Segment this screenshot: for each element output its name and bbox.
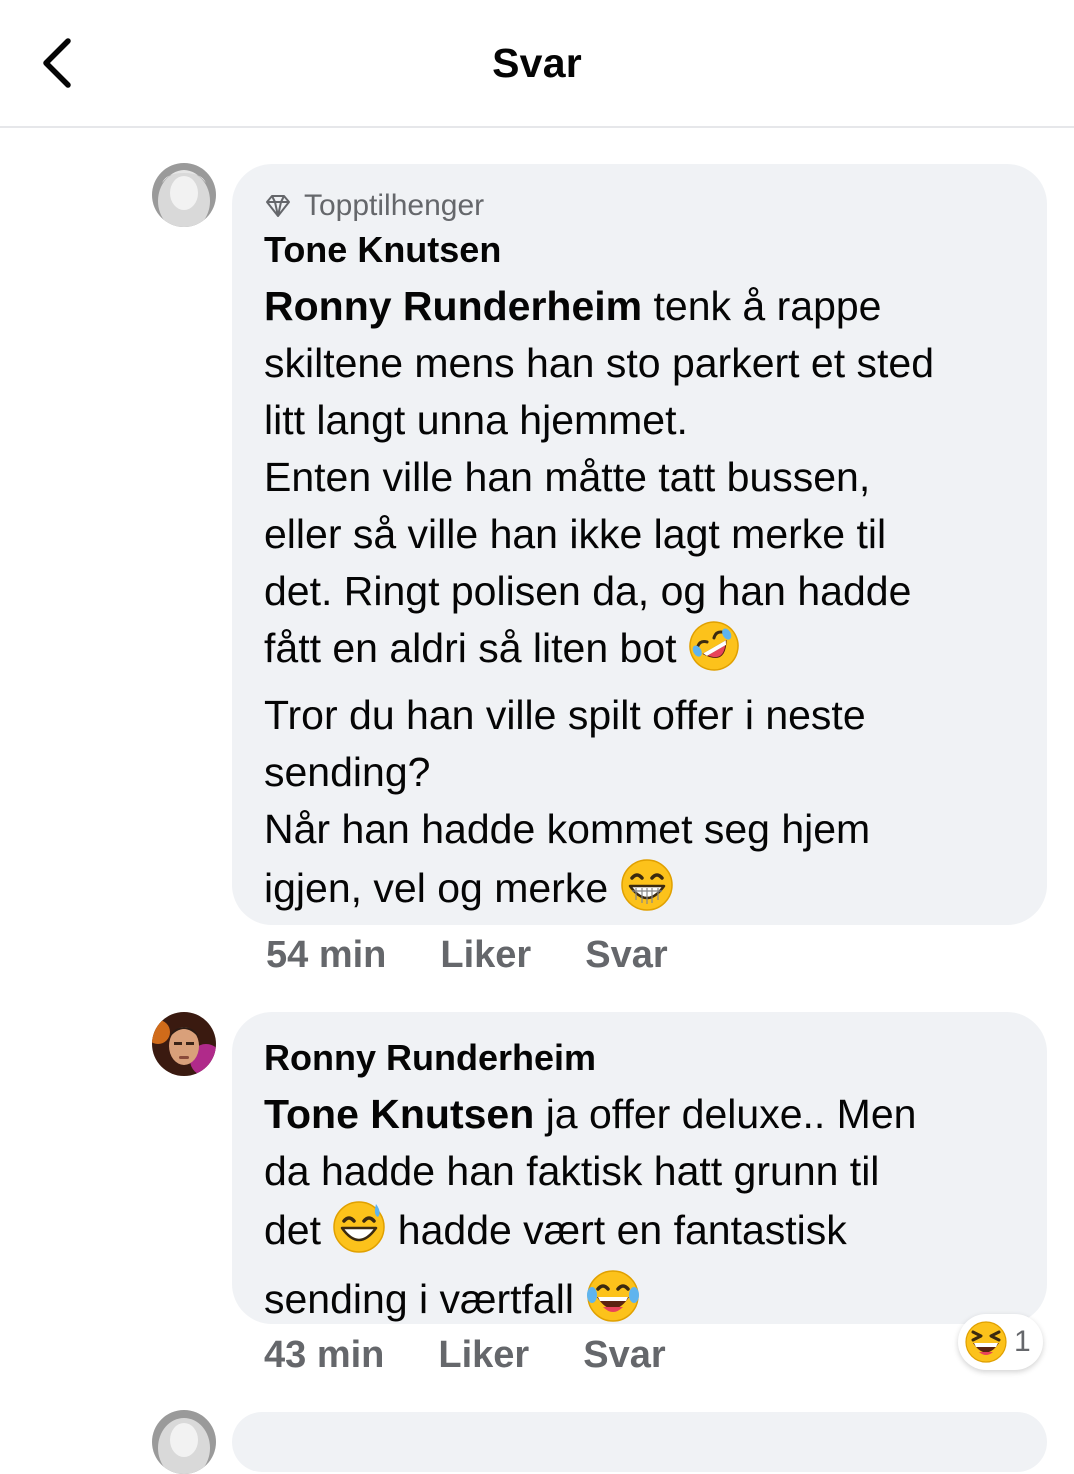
reply-button[interactable]: Svar	[585, 934, 667, 977]
text-line: Enten ville han måtte tatt bussen,	[264, 454, 871, 500]
text-line: Når han hadde kommet seg hjem	[264, 806, 871, 852]
comment-timestamp[interactable]: 54 min	[266, 934, 386, 977]
text-line: fått en aldri så liten bot	[264, 625, 688, 671]
grinning-squinting-emoji-icon	[620, 858, 674, 927]
comment-bubble: Topptilhenger Tone Knutsen Ronny Runderh…	[232, 164, 1047, 925]
text-line: igjen, vel og merke	[264, 865, 620, 911]
text-line: sending i værtfall	[264, 1276, 586, 1322]
text-line: det. Ringt polisen da, og han hadde	[264, 568, 912, 614]
laughing-squinting-emoji-icon	[965, 1321, 1007, 1363]
comment-author[interactable]: Tone Knutsen	[264, 228, 1017, 272]
top-bar: Svar	[0, 0, 1074, 128]
reaction-count[interactable]: 1	[958, 1314, 1043, 1370]
text-line: skiltene mens han sto parkert et sted	[264, 340, 935, 386]
reply-button[interactable]: Svar	[583, 1334, 665, 1377]
mention-link[interactable]: Ronny Runderheim	[264, 283, 642, 329]
comment-text: Ronny Runderheim tenk å rappe skiltene m…	[264, 278, 1017, 927]
comment-text: Tone Knutsen ja offer deluxe.. Men da ha…	[264, 1086, 1017, 1338]
avatar[interactable]	[152, 163, 216, 227]
page-title: Svar	[492, 40, 582, 86]
text-line: eller så ville han ikke lagt merke til	[264, 511, 887, 557]
comment-bubble	[232, 1412, 1047, 1472]
tears-of-joy-emoji-icon	[585, 1269, 641, 1338]
text-line: ja offer deluxe.. Men	[534, 1091, 917, 1137]
comment-timestamp[interactable]: 43 min	[264, 1334, 384, 1377]
diamond-icon	[266, 195, 290, 217]
badge-label: Topptilhenger	[304, 189, 485, 222]
comment-author[interactable]: Ronny Runderheim	[264, 1036, 1017, 1080]
rolling-on-floor-laughing-emoji-icon	[688, 620, 740, 687]
mention-link[interactable]: Tone Knutsen	[264, 1091, 534, 1137]
avatar[interactable]	[152, 1012, 216, 1076]
grinning-sweat-emoji-icon	[332, 1200, 386, 1269]
top-fan-badge: Topptilhenger	[264, 186, 1017, 226]
text-line: Tror du han ville spilt offer i neste	[264, 692, 866, 738]
text-line: tenk å rappe	[642, 283, 882, 329]
comment-actions: 54 min Liker Svar	[266, 934, 668, 977]
like-button[interactable]: Liker	[440, 934, 531, 977]
like-button[interactable]: Liker	[438, 1334, 529, 1377]
avatar[interactable]	[152, 1410, 216, 1474]
comment-bubble: Ronny Runderheim Tone Knutsen ja offer d…	[232, 1012, 1047, 1324]
text-line: sending?	[264, 749, 431, 795]
text-line: da hadde han faktisk hatt grunn til	[264, 1148, 880, 1194]
comment-actions: 43 min Liker Svar	[264, 1334, 666, 1377]
text-line: det	[264, 1207, 333, 1253]
reaction-count-value: 1	[1014, 1325, 1031, 1358]
text-line: hadde vært en fantastisk	[386, 1207, 847, 1253]
text-line: litt langt unna hjemmet.	[264, 397, 688, 443]
